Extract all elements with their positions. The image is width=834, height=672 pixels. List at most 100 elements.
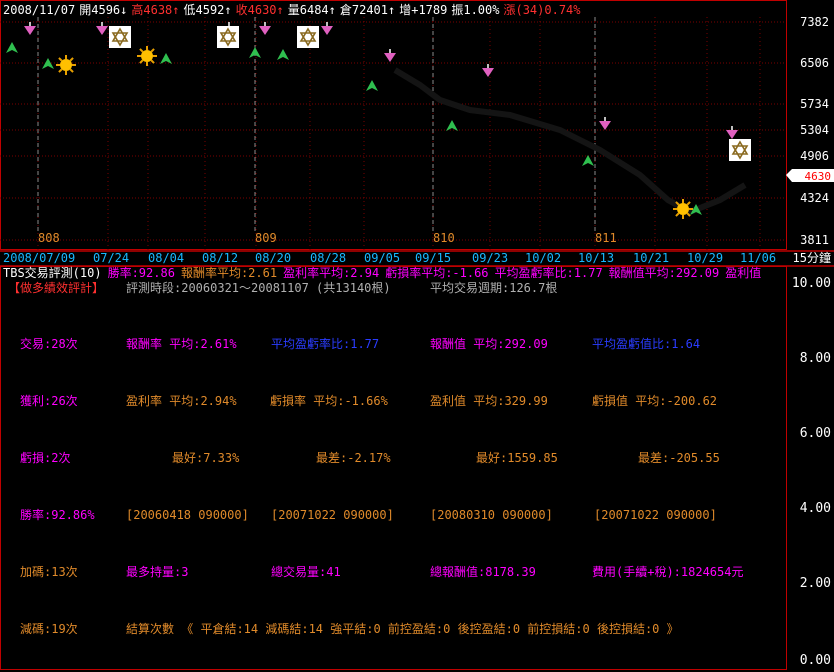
report-axis-label: 8.00 — [800, 351, 831, 366]
report-title-item: 報酬率平均:2.61 — [181, 265, 277, 280]
date-axis-label: 10/02 — [525, 251, 561, 265]
report-axis-label: 6.00 — [800, 426, 831, 441]
date-axis-label: 08/12 — [202, 251, 238, 265]
date-axis-label: 08/28 — [310, 251, 346, 265]
contract-label: 811 — [595, 231, 617, 245]
sell-arrow-icon — [384, 53, 396, 62]
report-title-item: 勝率:92.86 — [108, 265, 175, 280]
date-axis-label: 10/21 — [633, 251, 669, 265]
price-label: 6506 — [800, 56, 829, 70]
contract-label: 808 — [38, 231, 60, 245]
report-axis-label: 10.00 — [792, 276, 831, 291]
buy-arrow-icon — [160, 53, 172, 64]
date-axis-label: 2008/07/09 — [3, 251, 75, 265]
report-cell: 交易:28次 — [20, 336, 78, 351]
report-title-item: 盈利率平均:2.94 — [283, 265, 379, 280]
report-cell: 虧損率 平均:-1.66% — [270, 393, 389, 408]
buy-arrow-icon — [6, 42, 18, 53]
buy-arrow-icon — [277, 49, 289, 60]
price-label: 7382 — [800, 15, 829, 29]
header-quote-item: 收4630↑ — [236, 3, 284, 17]
report-cell: 報酬值 平均:292.09 — [430, 336, 548, 351]
report-cell: 盈利值 平均:329.99 — [430, 393, 548, 408]
report-panel-border — [0, 266, 787, 670]
report-cell: 費用(手續+稅):1824654元 — [592, 564, 743, 579]
sun-icon — [56, 55, 76, 75]
report-cell: [20071022 090000] — [271, 508, 394, 522]
report-cell: 最好:1559.85 — [476, 451, 558, 465]
date-axis-label: 07/24 — [93, 251, 129, 265]
header-quote-item: 開4596↓ — [79, 3, 127, 17]
report-cell: 虧損:2次 — [20, 450, 70, 465]
report-title-item: 盈利值 — [725, 265, 761, 280]
report-cell: 最好:7.33% — [172, 451, 240, 465]
report-period: 評測時段:20060321～20081107 (共13140根) — [126, 280, 391, 295]
price-label: 5734 — [800, 97, 829, 111]
sell-arrow-icon — [321, 26, 333, 35]
header-quote-item: 倉72401↑ — [340, 2, 395, 17]
report-cell: [20071022 090000] — [594, 508, 717, 522]
price-trail — [393, 67, 747, 216]
sell-arrow-icon — [24, 26, 36, 35]
report-cell: [20080310 090000] — [430, 508, 553, 522]
price-label: 4324 — [800, 191, 829, 205]
buy-arrow-icon — [366, 80, 378, 91]
date-axis-label: 10/13 — [578, 251, 614, 265]
report-title-item: 平均盈虧率比:1.77 — [495, 265, 603, 280]
buy-arrow-icon — [582, 155, 594, 166]
date-axis-label: 09/23 — [472, 251, 508, 265]
sell-arrow-icon — [96, 26, 108, 35]
report-title-item: 虧損率平均:-1.66 — [385, 265, 488, 280]
header-quote-item: 振1.00% — [451, 3, 500, 17]
date-axis-label: 08/04 — [148, 251, 184, 265]
sell-arrow-icon — [259, 26, 271, 35]
date-axis-label: 09/15 — [415, 251, 451, 265]
report-cell: 減碼:19次 — [20, 621, 78, 636]
header-quote-item: 高4638↑ — [131, 2, 179, 17]
date-axis-label: 08/20 — [255, 251, 291, 265]
sun-icon — [673, 199, 693, 219]
report-cell: 虧損值 平均:-200.62 — [592, 393, 717, 408]
sell-arrow-icon — [726, 130, 738, 139]
buy-arrow-icon — [249, 47, 261, 58]
date-axis-label: 11/06 — [740, 251, 776, 265]
date-axis-label: 09/05 — [364, 251, 400, 265]
report-cell: 勝率:92.86% — [20, 507, 95, 522]
buy-arrow-icon — [42, 58, 54, 69]
header-quote-item: 量6484↑ — [288, 3, 336, 17]
report-avg-cycle: 平均交易週期:126.7根 — [430, 280, 557, 295]
buy-arrow-icon — [446, 120, 458, 131]
report-axis-label: 0.00 — [800, 653, 831, 668]
report-cell: 總交易量:41 — [271, 564, 341, 579]
report-cell: 最差:-2.17% — [316, 451, 391, 465]
current-price-value: 4630 — [805, 170, 832, 183]
report-cell: 加碼:13次 — [20, 565, 78, 579]
price-label: 5304 — [800, 123, 829, 137]
tbs-screen: 7382 6506 5734 5304 4906 4324 3811 808 809 810 811… — [0, 0, 834, 670]
price-label: 3811 — [800, 233, 829, 247]
report-cell: 盈利率 平均:2.94% — [126, 393, 237, 408]
header-quote-item: 低4592↑ — [184, 3, 232, 17]
report-cell: 獲利:26次 — [20, 394, 78, 408]
report-cell: 平均盈虧值比:1.64 — [592, 336, 700, 351]
header-quote-item: 2008/11/07 — [3, 3, 75, 17]
contract-label: 809 — [255, 231, 277, 245]
report-cell: [20060418 090000] — [126, 508, 249, 522]
sell-arrow-icon — [482, 68, 494, 77]
period-label: 15分鐘 — [793, 250, 831, 265]
sun-icon — [137, 46, 157, 66]
report-cell: 總報酬值:8178.39 — [430, 564, 536, 579]
header-quote-item: 漲(34)0.74% — [503, 3, 581, 17]
report-cell: 報酬率 平均:2.61% — [126, 336, 237, 351]
report-axis-label: 4.00 — [800, 501, 831, 516]
sell-arrow-icon — [599, 121, 611, 130]
date-axis-label: 10/29 — [687, 251, 723, 265]
price-label: 4906 — [800, 149, 829, 163]
report-title-item: TBS交易評測(10) — [3, 265, 102, 280]
report-cell: 最多持量:3 — [126, 564, 188, 579]
report-cell: 平均盈虧率比:1.77 — [271, 336, 379, 351]
contract-label: 810 — [433, 231, 455, 245]
header-quote-item: 增+1789 — [399, 3, 447, 17]
report-subtitle: 【做多績效評計】 — [8, 280, 104, 295]
report-title-item: 報酬值平均:292.09 — [609, 265, 720, 280]
